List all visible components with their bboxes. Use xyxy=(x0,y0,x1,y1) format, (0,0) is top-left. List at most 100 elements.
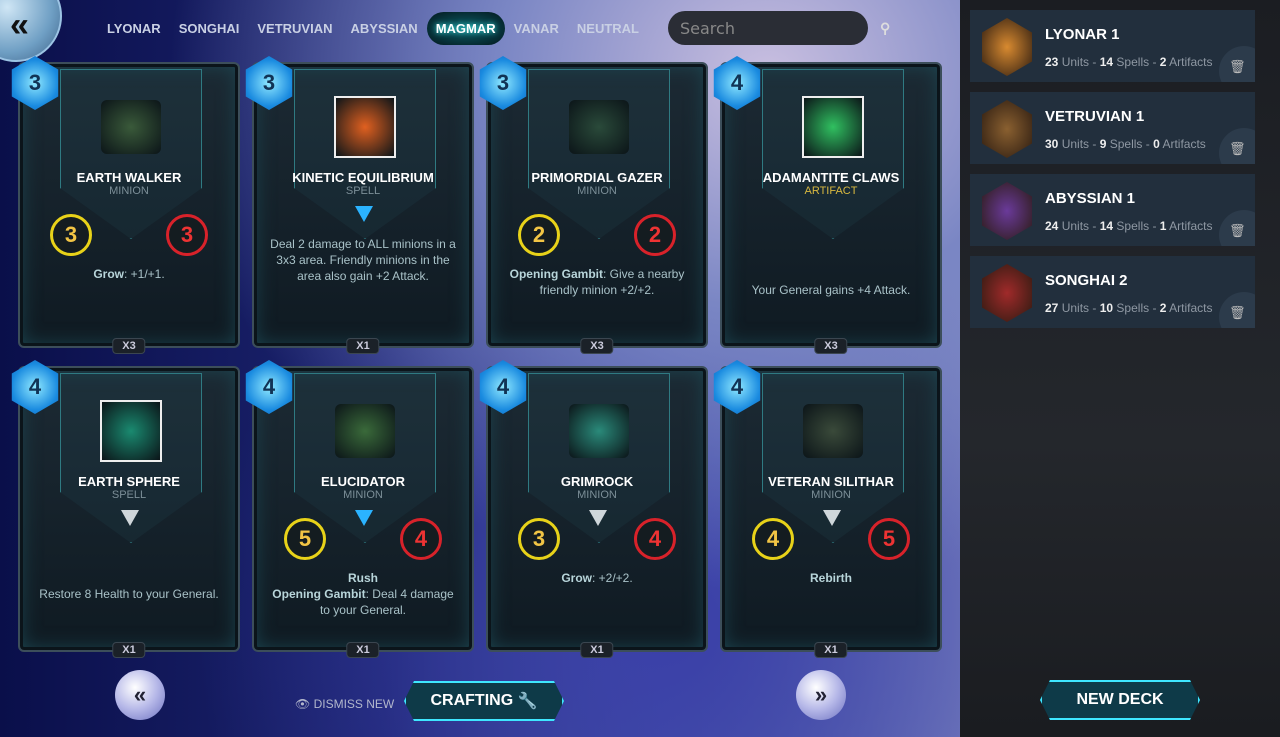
general-portrait xyxy=(982,18,1032,76)
attack-value: 3 xyxy=(532,526,546,551)
attack-stat: 3 xyxy=(518,518,560,560)
deck-item[interactable]: SONGHAI 2 27 Units - 10 Spells - 2 Artif… xyxy=(970,256,1255,328)
card-art xyxy=(96,398,166,464)
card-count: X3 xyxy=(112,338,146,354)
card[interactable]: 3 PRIMORDIAL GAZER MINION 2 2 Opening Gambi… xyxy=(479,56,708,354)
card[interactable]: 4 GRIMROCK MINION 3 4 Grow: +2/+2. X1 xyxy=(479,360,708,658)
mana-cost-gem: 4 xyxy=(11,360,59,414)
unit-count: 24 xyxy=(1045,219,1059,233)
artifact-count: 1 xyxy=(1159,219,1167,233)
crafting-label: CRAFTING xyxy=(430,692,514,709)
mana-cost-gem: 4 xyxy=(713,360,761,414)
spells-label: Spells xyxy=(1109,137,1143,151)
mana-cost-gem: 4 xyxy=(713,56,761,110)
card-art xyxy=(96,94,166,160)
health-value: 2 xyxy=(648,222,662,247)
card-name: EARTH WALKER xyxy=(76,170,182,185)
deck-name: VETRUVIAN 1 xyxy=(1045,108,1145,125)
health-stat: 4 xyxy=(400,518,442,560)
mana-cost: 4 xyxy=(28,374,42,399)
search-input[interactable] xyxy=(680,18,880,38)
tab-songhai[interactable]: SONGHAI xyxy=(170,12,249,45)
prev-page-button[interactable]: « xyxy=(115,670,165,720)
attack-value: 3 xyxy=(64,222,78,247)
card-description: Opening Gambit: Give a nearby friendly m… xyxy=(502,266,692,298)
search-box[interactable]: ⚲ xyxy=(668,11,890,45)
deck-item[interactable]: VETRUVIAN 1 30 Units - 9 Spells - 0 Arti… xyxy=(970,92,1255,164)
crafting-button[interactable]: CRAFTING 🔧 xyxy=(404,681,564,721)
spell-count: 14 xyxy=(1099,219,1114,233)
health-stat: 2 xyxy=(634,214,676,256)
attack-stat: 4 xyxy=(752,518,794,560)
card-art xyxy=(564,398,634,464)
card-type: MINION xyxy=(811,489,851,501)
card-art xyxy=(330,398,400,464)
card-art-image xyxy=(101,100,161,154)
deck-name: LYONAR 1 xyxy=(1045,26,1120,43)
card[interactable]: 4 ELUCIDATOR MINION 5 4 Rush Opening Gambit:… xyxy=(245,360,474,658)
card-description: Grow: +2/+2. xyxy=(502,570,692,586)
card-name: GRIMROCK xyxy=(560,474,634,489)
tab-lyonar[interactable]: LYONAR xyxy=(98,12,170,45)
wrench-icon: 🔧 xyxy=(517,693,538,710)
card[interactable]: 4 VETERAN SILITHAR MINION 4 5 Rebirth X1 xyxy=(713,360,942,658)
deck-stats: 24 Units - 14 Spells - 1 Artifacts xyxy=(1045,219,1212,233)
keyword: Grow xyxy=(561,571,592,585)
trash-icon[interactable]: 🗑 xyxy=(1219,210,1255,246)
deck-sidebar: LYONAR 1 23 Units - 14 Spells - 2 Artifa… xyxy=(960,0,1280,737)
card-description: Your General gains +4 Attack. xyxy=(736,282,926,298)
artifacts-label: Artifacts xyxy=(1162,137,1206,151)
card-type: ARTIFACT xyxy=(804,185,858,197)
health-value: 4 xyxy=(648,526,662,551)
tab-neutral[interactable]: NEUTRAL xyxy=(568,12,648,45)
artifacts-label: Artifacts xyxy=(1169,55,1213,69)
card[interactable]: 4 EARTH SPHERE SPELL Restore 8 Health to … xyxy=(11,360,240,658)
health-value: 3 xyxy=(180,222,194,247)
deck-item[interactable]: ABYSSIAN 1 24 Units - 14 Spells - 1 Arti… xyxy=(970,174,1255,246)
next-page-button[interactable]: » xyxy=(796,670,846,720)
card-count: X1 xyxy=(346,642,380,658)
trash-icon[interactable]: 🗑 xyxy=(1219,292,1255,328)
units-label: Units xyxy=(1061,301,1090,315)
card-art-image xyxy=(803,404,863,458)
units-label: Units xyxy=(1061,55,1090,69)
card[interactable]: 3 KINETIC EQUILIBRIUM SPELL Deal 2 damage… xyxy=(245,56,474,354)
mana-cost: 3 xyxy=(496,70,510,95)
tab-abyssian[interactable]: ABYSSIAN xyxy=(342,12,427,45)
dismiss-new-button[interactable]: 👁 DISMISS NEW xyxy=(295,697,394,711)
search-icon[interactable]: ⚲ xyxy=(880,20,890,37)
keyword: Rush xyxy=(348,571,378,585)
mana-cost-gem: 3 xyxy=(479,56,527,110)
new-deck-button[interactable]: NEW DECK xyxy=(1040,680,1200,720)
card-art-image xyxy=(569,100,629,154)
card[interactable]: 3 EARTH WALKER MINION 3 3 Grow: +1/+1. X3 xyxy=(11,56,240,354)
card-name: EARTH SPHERE xyxy=(78,474,180,489)
card-type: MINION xyxy=(343,489,383,501)
keyword: Opening Gambit xyxy=(509,267,603,281)
mana-cost: 4 xyxy=(496,374,510,399)
general-portrait xyxy=(982,182,1032,240)
mana-cost-gem: 3 xyxy=(245,56,293,110)
card-name: VETERAN SILITHAR xyxy=(768,474,894,489)
double-chevron-left-icon: « xyxy=(10,6,29,44)
deck-name: ABYSSIAN 1 xyxy=(1045,190,1136,207)
deck-stats: 27 Units - 10 Spells - 2 Artifacts xyxy=(1045,301,1212,315)
attack-stat: 3 xyxy=(50,214,92,256)
mana-cost-gem: 4 xyxy=(479,360,527,414)
attack-value: 2 xyxy=(532,222,546,247)
card-name: KINETIC EQUILIBRIUM xyxy=(292,170,434,185)
tab-vanar[interactable]: VANAR xyxy=(505,12,568,45)
tab-magmar[interactable]: MAGMAR xyxy=(426,12,505,45)
separator: - xyxy=(1089,219,1100,233)
unit-count: 23 xyxy=(1045,55,1059,69)
description-text: Deal 2 damage to ALL minions in a 3x3 ar… xyxy=(270,237,456,283)
back-button[interactable]: « xyxy=(0,0,62,62)
card-count: X3 xyxy=(580,338,614,354)
card[interactable]: 4 ADAMANTITE CLAWS ARTIFACT Your General … xyxy=(713,56,942,354)
deck-item[interactable]: LYONAR 1 23 Units - 14 Spells - 2 Artifa… xyxy=(970,10,1255,82)
trash-icon[interactable]: 🗑 xyxy=(1219,46,1255,82)
tab-vetruvian[interactable]: VETRUVIAN xyxy=(248,12,341,45)
attack-value: 4 xyxy=(766,526,780,551)
card-name: PRIMORDIAL GAZER xyxy=(531,170,663,185)
trash-icon[interactable]: 🗑 xyxy=(1219,128,1255,164)
